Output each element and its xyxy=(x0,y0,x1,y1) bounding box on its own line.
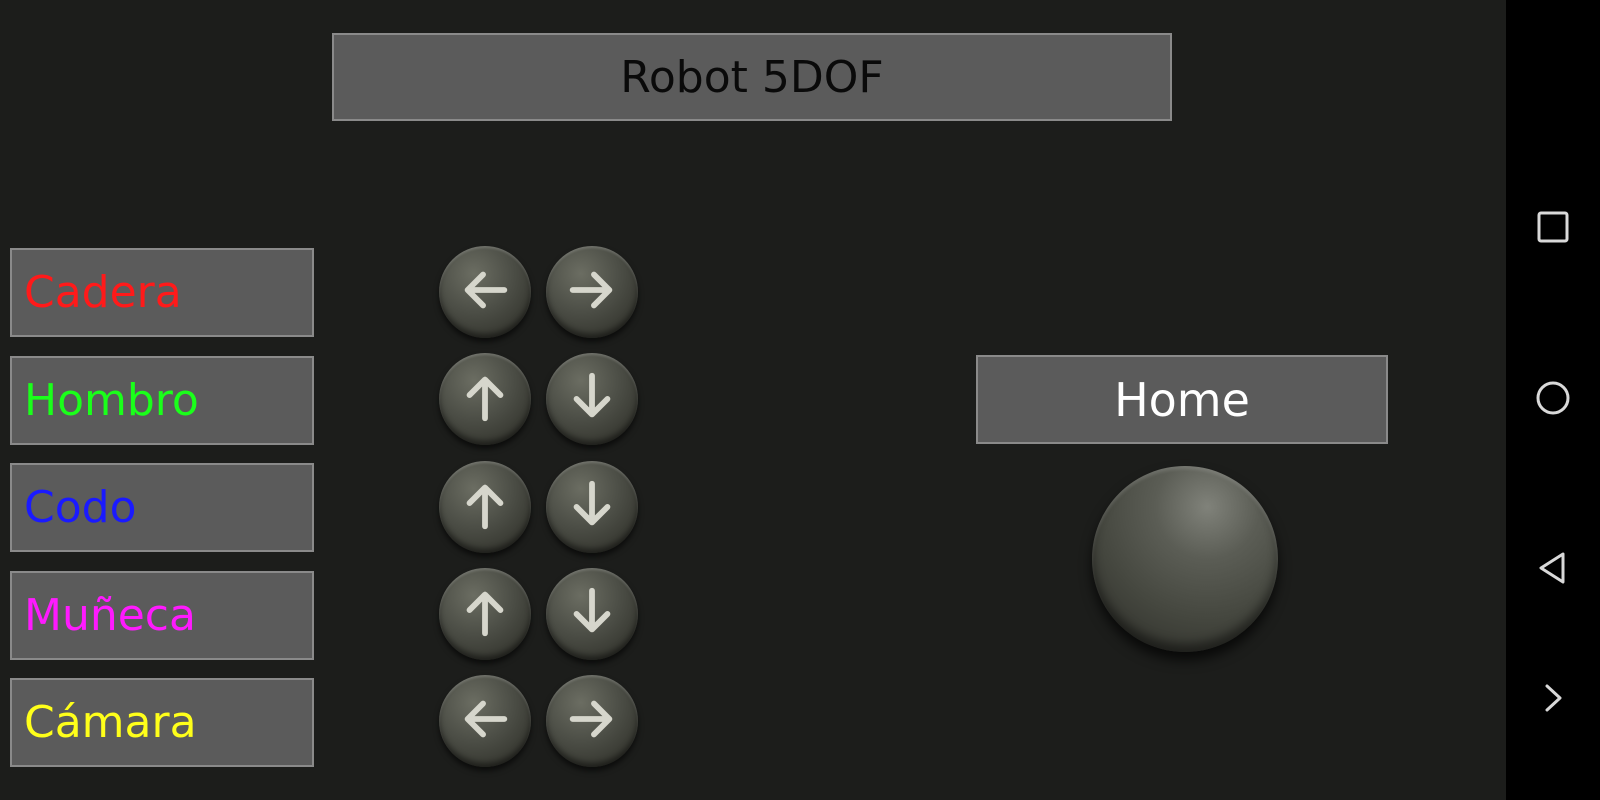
recent-apps-button[interactable] xyxy=(1506,189,1600,269)
joint-label-text: Codo xyxy=(24,482,137,533)
app-screen: Robot 5DOF Cadera Hombro Codo Muñeca Cám… xyxy=(0,0,1506,800)
square-icon xyxy=(1533,207,1573,251)
codo-up-button[interactable] xyxy=(439,461,531,553)
camara-left-button[interactable] xyxy=(439,675,531,767)
home-nav-button[interactable] xyxy=(1506,360,1600,440)
app-title: Robot 5DOF xyxy=(332,33,1172,121)
arrow-up-icon xyxy=(456,583,514,645)
joint-label-text: Cámara xyxy=(24,697,197,748)
hombro-up-button[interactable] xyxy=(439,353,531,445)
joint-label-codo: Codo xyxy=(10,463,314,552)
home-knob-button[interactable] xyxy=(1092,466,1278,652)
joint-label-cadera: Cadera xyxy=(10,248,314,337)
muneca-up-button[interactable] xyxy=(439,568,531,660)
cadera-right-button[interactable] xyxy=(546,246,638,338)
joint-label-text: Cadera xyxy=(24,267,182,318)
circle-icon xyxy=(1533,378,1573,422)
arrow-left-icon xyxy=(456,690,514,752)
joint-label-hombro: Hombro xyxy=(10,356,314,445)
arrow-down-icon xyxy=(563,368,621,430)
arrow-left-icon xyxy=(456,261,514,323)
back-nav-button[interactable] xyxy=(1506,530,1600,610)
arrow-up-icon xyxy=(456,476,514,538)
hombro-down-button[interactable] xyxy=(546,353,638,445)
joint-label-muneca: Muñeca xyxy=(10,571,314,660)
camara-right-button[interactable] xyxy=(546,675,638,767)
codo-down-button[interactable] xyxy=(546,461,638,553)
joint-label-camara: Cámara xyxy=(10,678,314,767)
arrow-up-icon xyxy=(456,368,514,430)
cadera-left-button[interactable] xyxy=(439,246,531,338)
triangle-back-icon xyxy=(1533,548,1573,592)
arrow-right-icon xyxy=(563,261,621,323)
arrow-down-icon xyxy=(563,583,621,645)
joint-label-text: Muñeca xyxy=(24,590,196,641)
joint-label-text: Hombro xyxy=(24,375,199,426)
arrow-right-icon xyxy=(563,690,621,752)
arrow-down-icon xyxy=(563,476,621,538)
system-nav-bar xyxy=(1506,0,1600,800)
chevron-right-icon xyxy=(1533,678,1573,722)
nav-expand-button[interactable] xyxy=(1506,660,1600,740)
home-button[interactable]: Home xyxy=(976,355,1388,444)
muneca-down-button[interactable] xyxy=(546,568,638,660)
